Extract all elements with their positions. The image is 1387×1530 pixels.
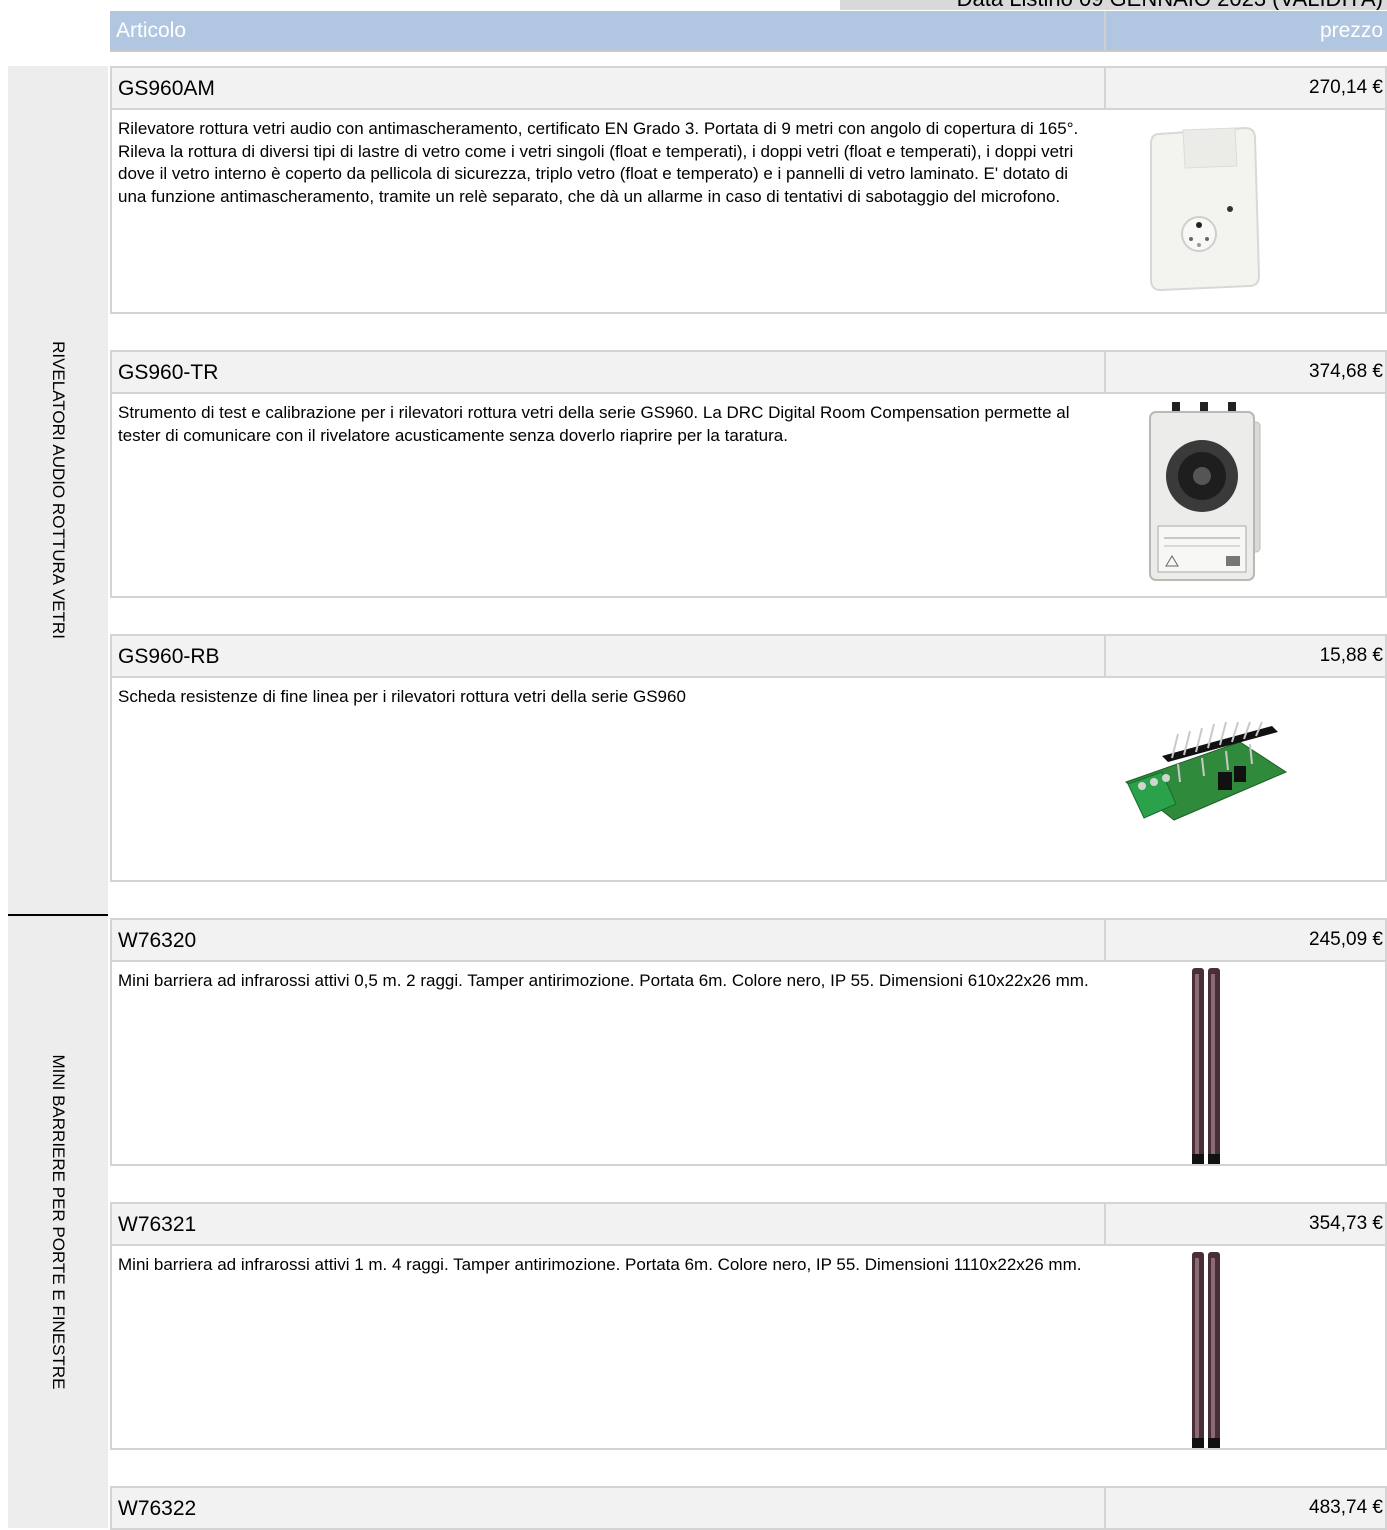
title-divider (1104, 1204, 1106, 1244)
product-description: Strumento di test e calibrazione per i r… (118, 403, 1070, 445)
table-header: Articolo prezzo (110, 11, 1387, 52)
product-body: Mini barriera ad infrarossi attivi 1 m. … (110, 1246, 1387, 1450)
product-price: 270,14 € (1309, 77, 1383, 98)
product-body: Scheda resistenze di fine linea per i ri… (110, 678, 1387, 882)
ir-barrier-image (1192, 1252, 1220, 1448)
product-description: Scheda resistenze di fine linea per i ri… (118, 687, 686, 706)
product-body: Rilevatore rottura vetri audio con antim… (110, 110, 1387, 314)
product-price: 245,09 € (1309, 929, 1383, 950)
product-code: GS960-RB (118, 645, 220, 668)
product-title-row: W76320 245,09 € (110, 918, 1387, 962)
title-divider (1104, 68, 1106, 108)
glass-break-detector-image (1150, 126, 1261, 291)
product-price: 354,73 € (1309, 1213, 1383, 1234)
price-list-date: Data Listino 09 GENNAIO 2023 (VALIDITÀ) (957, 0, 1383, 10)
product-title-row: GS960AM 270,14 € (110, 66, 1387, 110)
ir-barrier-image (1192, 968, 1220, 1164)
product-title-row: W76321 354,73 € (110, 1202, 1387, 1246)
product-code: W76321 (118, 1213, 197, 1236)
product-body: Mini barriera ad infrarossi attivi 0,5 m… (110, 962, 1387, 1166)
product-description: Rilevatore rottura vetri audio con antim… (118, 119, 1079, 206)
product-price: 374,68 € (1309, 361, 1383, 382)
product-code: GS960-TR (118, 361, 219, 384)
product-title-row: GS960-RB 15,88 € (110, 634, 1387, 678)
product-title-row: W76322 483,74 € (110, 1486, 1387, 1530)
column-header-price: prezzo (1319, 19, 1383, 42)
product-code: W76322 (118, 1497, 197, 1520)
header-divider (1104, 11, 1106, 50)
product-code: GS960AM (118, 77, 215, 100)
product-description: Mini barriera ad infrarossi attivi 0,5 m… (118, 971, 1089, 990)
title-divider (1104, 920, 1106, 960)
category-label: RIVELATORI AUDIO ROTTURA VETRI (49, 341, 68, 639)
title-divider (1104, 352, 1106, 392)
title-divider (1104, 1488, 1106, 1528)
column-header-article: Articolo (116, 19, 187, 42)
category-glass-break: RIVELATORI AUDIO ROTTURA VETRI (8, 66, 108, 914)
product-description: Mini barriera ad infrarossi attivi 1 m. … (118, 1255, 1082, 1274)
tester-device-image (1149, 402, 1261, 581)
category-mini-barriers: MINI BARRIERE PER PORTE E FINESTRE (8, 916, 108, 1528)
category-label: MINI BARRIERE PER PORTE E FINESTRE (49, 1054, 68, 1390)
product-body: Strumento di test e calibrazione per i r… (110, 394, 1387, 598)
price-list-date-banner: Data Listino 09 GENNAIO 2023 (VALIDITÀ) (840, 0, 1387, 10)
product-code: W76320 (118, 929, 197, 952)
product-title-row: GS960-TR 374,68 € (110, 350, 1387, 394)
product-price: 15,88 € (1319, 645, 1383, 666)
product-price: 483,74 € (1309, 1497, 1383, 1518)
resistor-board-image (1124, 721, 1288, 821)
title-divider (1104, 636, 1106, 676)
